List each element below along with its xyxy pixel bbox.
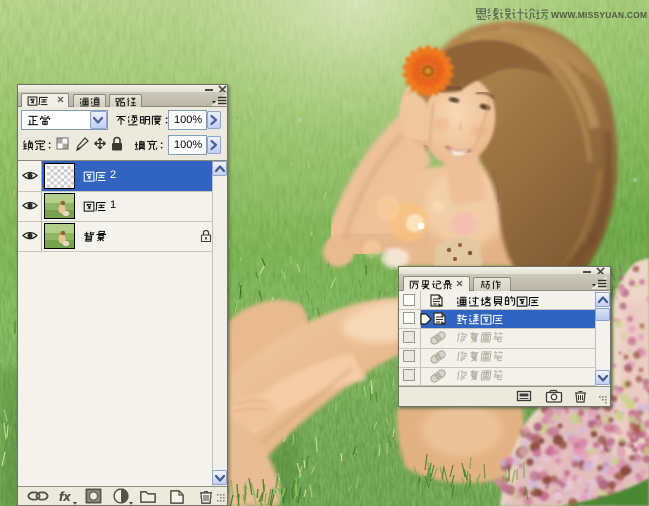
svg-text:fx: fx — [59, 489, 71, 504]
